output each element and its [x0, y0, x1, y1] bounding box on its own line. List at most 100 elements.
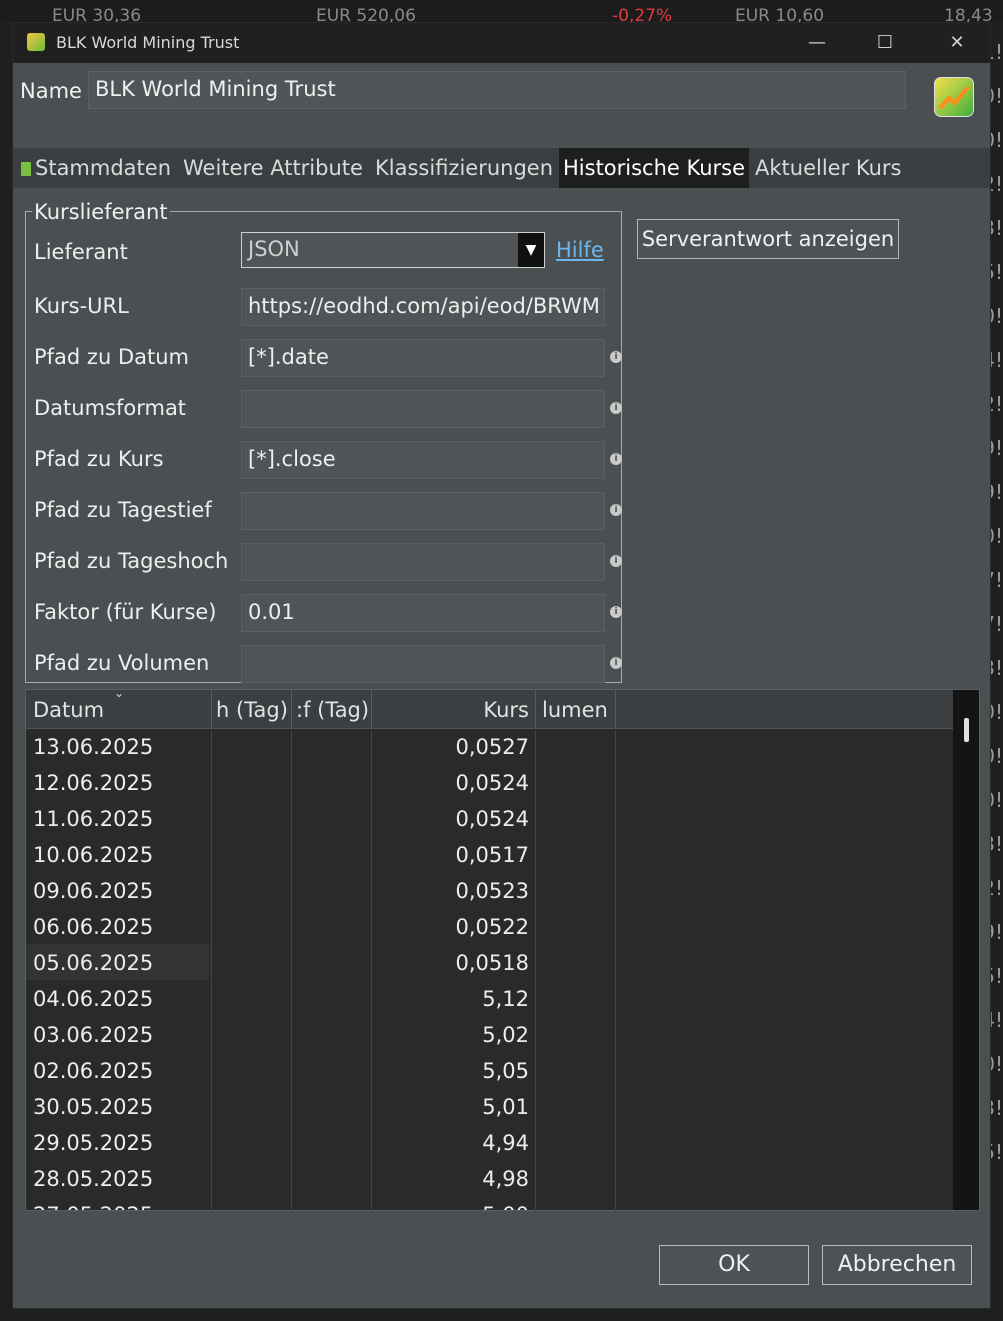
name-input[interactable]: BLK World Mining Trust	[88, 71, 906, 109]
field-input[interactable]: 0.01	[241, 594, 605, 632]
name-label: Name	[20, 79, 82, 103]
date-cell: 04.06.2025	[33, 987, 154, 1011]
window-title: BLK World Mining Trust	[56, 33, 240, 52]
field-label: Faktor (für Kurse)	[34, 600, 217, 624]
column-header-tief[interactable]: :f (Tag)	[296, 690, 368, 728]
column-header-volumen[interactable]: lumen	[542, 690, 612, 728]
price-cell: 0,0518	[455, 951, 529, 975]
price-cell: 0,0523	[455, 879, 529, 903]
info-icon[interactable]: i	[610, 606, 622, 618]
price-cell: 5,01	[482, 1095, 529, 1119]
table-row[interactable]: 09.06.2025 0,0523	[26, 872, 954, 908]
tab-klassifizierungen[interactable]: Klassifizierungen	[371, 148, 557, 188]
price-cell: 0,0524	[455, 771, 529, 795]
field-label: Datumsformat	[34, 396, 187, 420]
info-icon[interactable]: i	[610, 555, 622, 567]
date-cell: 29.05.2025	[33, 1131, 154, 1155]
price-cell: 0,0527	[455, 735, 529, 759]
field-label: Pfad zu Kurs	[34, 447, 164, 471]
minimize-button[interactable]: —	[797, 29, 837, 57]
maximize-button[interactable]: ☐	[865, 29, 905, 57]
table-row[interactable]: 11.06.2025 0,0524	[26, 800, 954, 836]
date-cell: 02.06.2025	[33, 1059, 154, 1083]
ok-button[interactable]: OK	[659, 1245, 809, 1285]
table-row[interactable]: 12.06.2025 0,0524	[26, 764, 954, 800]
price-cell: 5,05	[482, 1059, 529, 1083]
table-row[interactable]: 10.06.2025 0,0517	[26, 836, 954, 872]
price-cell: 4,98	[482, 1167, 529, 1191]
info-icon[interactable]: i	[610, 504, 622, 516]
table-row[interactable]: 04.06.2025 5,12	[26, 980, 954, 1016]
field-input[interactable]	[241, 492, 605, 530]
date-cell: 13.06.2025	[33, 735, 154, 759]
table-scrollbar[interactable]	[953, 690, 979, 1210]
field-input[interactable]: [*].date	[241, 339, 605, 377]
table-row[interactable]: 02.06.2025 5,05	[26, 1052, 954, 1088]
info-icon[interactable]: i	[610, 657, 622, 669]
date-cell: 11.06.2025	[33, 807, 154, 831]
scrollbar-thumb[interactable]	[964, 718, 969, 742]
field-input[interactable]: https://eodhd.com/api/eod/BRWM	[241, 288, 605, 326]
title-bar[interactable]: BLK World Mining Trust — ☐ ✕	[13, 23, 990, 63]
table-header: Datum ⌄ h (Tag) :f (Tag) Kurs lumen	[26, 686, 954, 729]
table-row[interactable]: 28.05.2025 4,98	[26, 1160, 954, 1196]
field-input[interactable]	[241, 645, 605, 683]
date-cell: 12.06.2025	[33, 771, 154, 795]
chart-logo-icon	[934, 77, 974, 117]
column-header-kurs[interactable]: Kurs	[376, 690, 529, 728]
lieferant-select[interactable]: JSON ▼	[241, 232, 545, 268]
date-cell: 05.06.2025	[33, 951, 154, 975]
price-cell: 0,0524	[455, 807, 529, 831]
price-cell: 5,02	[482, 1023, 529, 1047]
field-label: Pfad zu Tageshoch	[34, 549, 229, 573]
tab-historische-kurse[interactable]: Historische Kurse	[559, 148, 750, 188]
tab-aktueller-kurs[interactable]: Aktueller Kurs	[751, 148, 906, 188]
table-row[interactable]: 30.05.2025 5,01	[26, 1088, 954, 1124]
date-cell: 10.06.2025	[33, 843, 154, 867]
table-row[interactable]: 06.06.2025 0,0522	[26, 908, 954, 944]
field-input[interactable]	[241, 390, 605, 428]
date-cell: 03.06.2025	[33, 1023, 154, 1047]
kurslieferant-group: Kurslieferant Lieferant JSON ▼ Hilfe Kur…	[25, 200, 622, 683]
price-cell: 5,00	[376, 1203, 529, 1210]
lieferant-value: JSON	[248, 237, 300, 261]
table-row[interactable]: 13.06.2025 0,0527	[26, 728, 954, 764]
price-cell: 5,12	[482, 987, 529, 1011]
date-cell: 28.05.2025	[33, 1167, 154, 1191]
table-row[interactable]: 27.05.2025 5,00	[26, 1196, 954, 1210]
field-label: Pfad zu Tagestief	[34, 498, 212, 522]
tab-bar: Stammdaten Weitere Attribute Klassifizie…	[13, 148, 990, 188]
field-input[interactable]: [*].close	[241, 441, 605, 479]
date-cell: 09.06.2025	[33, 879, 154, 903]
sort-indicator-icon: ⌄	[114, 686, 125, 700]
table-row[interactable]: 05.06.2025 0,0518	[26, 944, 954, 980]
field-label: Kurs-URL	[34, 294, 129, 318]
cancel-button[interactable]: Abbrechen	[822, 1245, 972, 1285]
info-icon[interactable]: i	[610, 453, 622, 465]
group-legend: Kurslieferant	[32, 200, 170, 224]
info-icon[interactable]: i	[610, 351, 622, 363]
close-button[interactable]: ✕	[937, 29, 977, 57]
date-cell: 27.05.2025	[33, 1203, 153, 1210]
app-icon	[27, 33, 45, 51]
table-row[interactable]: 03.06.2025 5,02	[26, 1016, 954, 1052]
column-header-datum[interactable]: Datum	[33, 690, 104, 728]
field-label: Pfad zu Datum	[34, 345, 189, 369]
info-icon[interactable]: i	[610, 402, 622, 414]
show-server-response-button[interactable]: Serverantwort anzeigen	[637, 219, 899, 259]
background-app-header: EUR 30,36 EUR 520,06 -0,27% EUR 10,60 18…	[0, 0, 1003, 26]
field-input[interactable]	[241, 543, 605, 581]
date-cell: 30.05.2025	[33, 1095, 154, 1119]
date-cell: 06.06.2025	[33, 915, 154, 939]
dropdown-arrow-icon[interactable]: ▼	[518, 233, 544, 267]
tab-label: Stammdaten	[35, 156, 172, 180]
field-label: Pfad zu Volumen	[34, 651, 210, 675]
lieferant-label: Lieferant	[34, 240, 128, 264]
tab-weitere-attribute[interactable]: Weitere Attribute	[179, 148, 367, 188]
help-link[interactable]: Hilfe	[556, 238, 604, 262]
table-row[interactable]: 29.05.2025 4,94	[26, 1124, 954, 1160]
column-header-hoch[interactable]: h (Tag)	[216, 690, 288, 728]
document-icon	[21, 162, 31, 176]
security-dialog: BLK World Mining Trust — ☐ ✕ Name BLK Wo…	[12, 22, 991, 1309]
tab-stammdaten[interactable]: Stammdaten	[17, 148, 175, 188]
